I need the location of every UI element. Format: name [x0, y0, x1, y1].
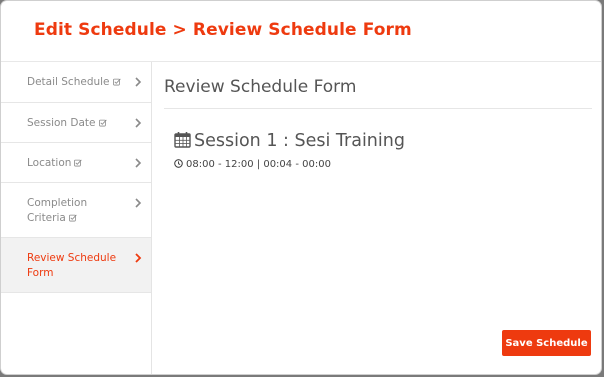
sidebar-item-review-schedule-form[interactable]: Review Schedule Form [1, 238, 151, 293]
sidebar-item-label: Detail Schedule [27, 76, 110, 88]
sidebar-item-label: Review Schedule Form [27, 252, 117, 279]
session-title: Session 1 : Sesi Training [194, 131, 405, 151]
sidebar-item-location[interactable]: Location [1, 143, 151, 183]
sidebar-item-label: Completion Criteria [27, 197, 88, 224]
sidebar-item-completion-criteria[interactable]: Completion Criteria [1, 183, 151, 238]
modal-header: Edit Schedule > Review Schedule Form [1, 1, 601, 62]
chevron-right-icon [135, 253, 142, 263]
session-time-text: 08:00 - 12:00 | 00:04 - 00:00 [186, 159, 331, 170]
sidebar-item-detail-schedule[interactable]: Detail Schedule [1, 62, 151, 103]
divider [164, 108, 592, 109]
clock-icon [174, 159, 183, 168]
session-time: 08:00 - 12:00 | 00:04 - 00:00 [174, 159, 331, 170]
session-heading: Session 1 : Sesi Training [174, 131, 405, 151]
chevron-right-icon [135, 77, 142, 87]
chevron-right-icon [135, 158, 142, 168]
save-schedule-button[interactable]: Save Schedule [502, 330, 591, 356]
sidebar-item-label: Session Date [27, 117, 96, 129]
calendar-icon [174, 132, 191, 148]
sidebar-item-label: Location [27, 157, 72, 169]
check-square-icon [98, 119, 107, 127]
chevron-right-icon [135, 198, 142, 208]
modal-title: Edit Schedule > Review Schedule Form [34, 20, 412, 40]
check-square-icon [112, 78, 121, 86]
edit-schedule-modal: Edit Schedule > Review Schedule Form Det… [1, 1, 601, 374]
chevron-right-icon [135, 118, 142, 128]
review-schedule-panel: Review Schedule Form Session 1 : Sesi Tr… [152, 62, 601, 374]
check-square-icon [74, 159, 83, 167]
panel-title: Review Schedule Form [164, 77, 357, 97]
sidebar-nav: Detail Schedule Session Date Location Co… [1, 62, 152, 374]
sidebar-item-session-date[interactable]: Session Date [1, 103, 151, 143]
check-square-icon [68, 214, 77, 221]
